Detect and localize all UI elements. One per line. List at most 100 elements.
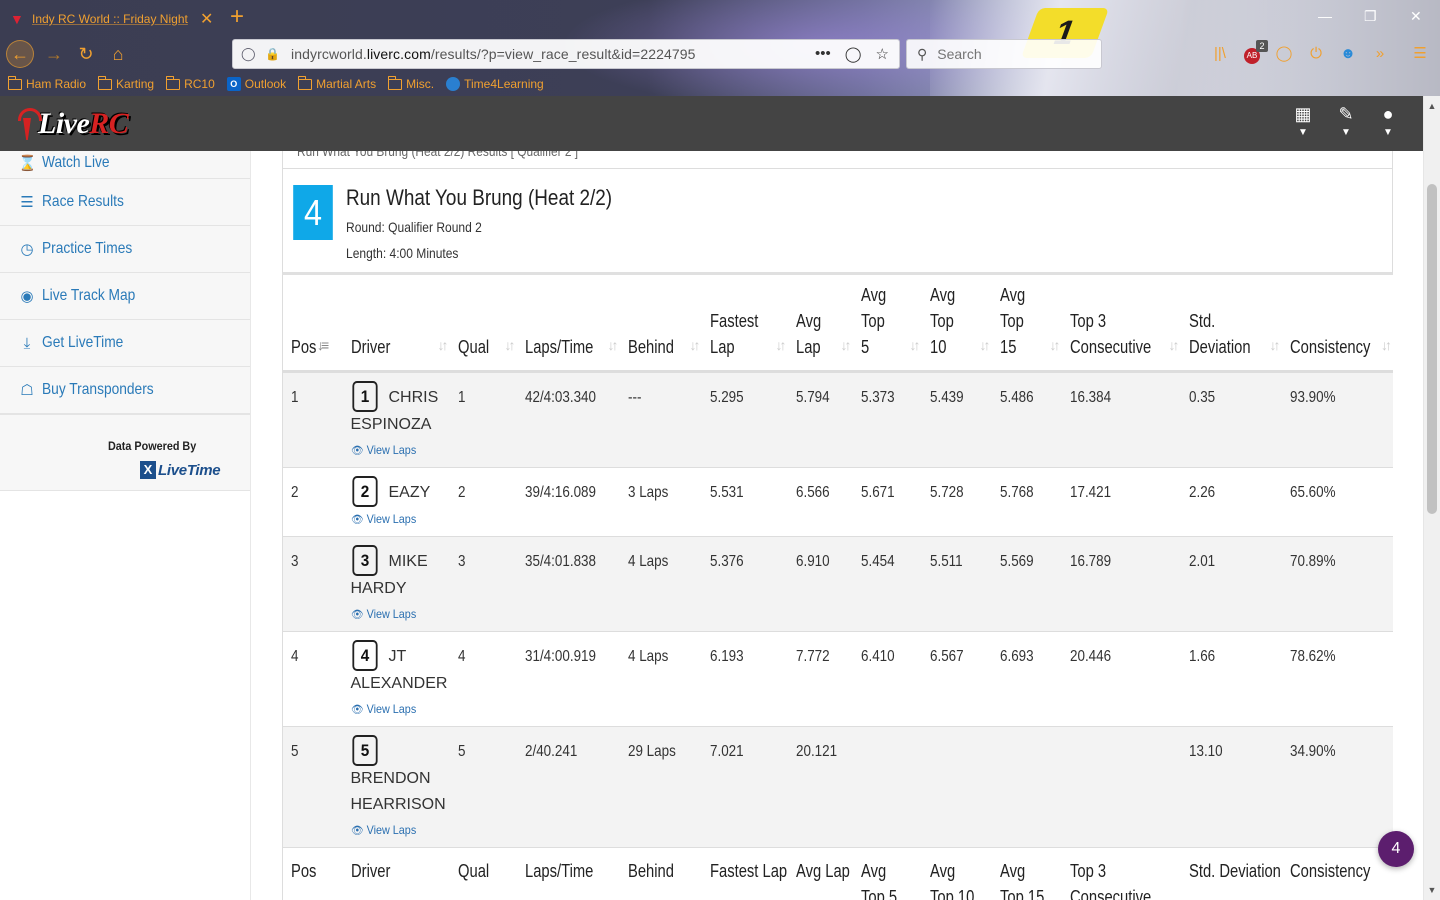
cell-pos: 2: [282, 467, 343, 537]
cell-value: 5.728: [929, 483, 964, 501]
extension-character-icon[interactable]: ☻: [1338, 44, 1358, 64]
footer-header-top-3-consecutive: Top 3 Consecutive: [1061, 846, 1181, 900]
sidebar-item-race-results[interactable]: ☰ Race Results: [0, 179, 250, 226]
col-header-avg-top-15[interactable]: Avg Top 15 ↓↑: [991, 275, 1062, 373]
cell-value: 3 Laps: [627, 483, 668, 501]
sidebar-item-buy-transponders[interactable]: ☖ Buy Transponders: [0, 367, 250, 414]
view-laps-link[interactable]: 👁 View Laps: [351, 822, 440, 839]
col-header-pos[interactable]: Pos ↓≡: [282, 275, 343, 373]
col-header-avg-top-10[interactable]: Avg Top 10 ↓↑: [921, 275, 992, 373]
driver-name[interactable]: EAZY: [389, 484, 431, 501]
cell-value: 1.66: [1188, 647, 1215, 665]
page-scrollbar[interactable]: ▲ ▼: [1423, 96, 1440, 900]
bookmark-martial-arts[interactable]: Martial Arts: [297, 75, 376, 91]
browser-tab[interactable]: ▼ Indy RC World :: Friday Night ✕: [4, 4, 220, 34]
driver-name[interactable]: BRENDON HEARRISON: [351, 770, 446, 813]
bookmark-rc10[interactable]: RC10: [165, 75, 215, 91]
col-header-avg-lap[interactable]: Avg Lap ↓↑: [787, 275, 853, 373]
bookmark-ham-radio[interactable]: Ham Radio: [7, 75, 86, 91]
minimize-icon[interactable]: —: [1318, 4, 1332, 28]
url-text[interactable]: indyrcworld.liverc.com/results/?p=view_r…: [291, 46, 696, 62]
bookmark-outlook[interactable]: O Outlook: [226, 77, 287, 91]
cell-driver: 4 JT ALEXANDER 👁 View Laps: [342, 631, 450, 727]
cell-value: 34.90%: [1289, 742, 1336, 760]
sidebar-item-label: Get LiveTime: [42, 334, 124, 351]
search-bar[interactable]: ⚲: [906, 39, 1102, 69]
bookmark-label: RC10: [184, 77, 215, 91]
col-header-consistency[interactable]: Consistency ↓↑: [1281, 275, 1393, 373]
bookmark-label: Outlook: [244, 77, 287, 91]
home-button[interactable]: ⌂: [104, 40, 132, 68]
col-header-fastest-lap[interactable]: Fastest Lap ↓↑: [701, 275, 788, 373]
cell-value: 2: [457, 483, 465, 501]
sidebar-item-live-track-map[interactable]: ◉ Live Track Map: [0, 273, 250, 320]
library-icon[interactable]: ||\: [1210, 44, 1230, 64]
cell-top3c: 20.446: [1061, 631, 1181, 727]
scroll-down-icon[interactable]: ▼: [1424, 882, 1440, 898]
col-header-driver[interactable]: Driver ↓↑: [342, 275, 450, 373]
col-header-laps-time[interactable]: Laps/Time ↓↑: [516, 275, 620, 373]
sidebar-item-watch-live[interactable]: ⌛ Watch Live: [0, 151, 250, 179]
restore-icon[interactable]: ❐: [1364, 4, 1377, 28]
header-label: Driver: [350, 336, 390, 357]
extension-orange-icon[interactable]: ◯: [1274, 44, 1294, 64]
cell-top15: 6.693: [991, 631, 1062, 727]
url-domain: liverc.com: [366, 46, 431, 62]
insecure-lock-icon[interactable]: 🔒: [265, 47, 283, 61]
powered-by-text: Data Powered By: [108, 439, 197, 453]
tab-close-icon[interactable]: ✕: [200, 9, 213, 29]
livetime-logo[interactable]: X LiveTime: [140, 461, 221, 479]
scrollbar-thumb[interactable]: [1427, 184, 1437, 514]
main-content: Run What You Brung (Heat 2/2) Results [ …: [282, 151, 1393, 900]
hamburger-menu-icon[interactable]: ☰: [1410, 44, 1430, 64]
view-laps-link[interactable]: 👁 View Laps: [351, 606, 440, 623]
page-actions-icon[interactable]: •••: [815, 45, 831, 63]
col-header-avg-top-5[interactable]: Avg Top 5 ↓↑: [852, 275, 922, 373]
sort-icon: ↓↑: [1381, 336, 1392, 353]
shield-icon[interactable]: ◯: [241, 46, 259, 62]
search-input[interactable]: [937, 46, 1088, 62]
bookmark-misc[interactable]: Misc.: [387, 75, 434, 91]
cell-qual: 3: [449, 536, 517, 632]
col-header-top-3-consecutive[interactable]: Top 3 Consecutive ↓↑: [1061, 275, 1181, 373]
close-window-icon[interactable]: ✕: [1410, 4, 1422, 28]
url-bar[interactable]: ◯ 🔒 indyrcworld.liverc.com/results/?p=vi…: [232, 39, 900, 69]
view-laps-link[interactable]: 👁 View Laps: [351, 701, 440, 718]
cell-laps-time: 35/4:01.838: [516, 536, 620, 632]
folder-icon: [387, 75, 403, 90]
pocket-icon[interactable]: ◯: [845, 45, 862, 63]
download-icon: ⤓: [23, 334, 31, 352]
sort-icon: ↓↑: [840, 336, 852, 353]
new-tab-button[interactable]: +: [230, 3, 244, 31]
scroll-up-icon[interactable]: ▲: [1424, 98, 1440, 114]
sidebar-item-practice-times[interactable]: ◷ Practice Times: [0, 226, 250, 273]
back-button[interactable]: ←: [6, 40, 34, 68]
race-number-badge: 4: [293, 185, 333, 240]
col-header-std-deviation[interactable]: Std. Deviation ↓↑: [1180, 275, 1282, 373]
sidebar-item-get-livetime[interactable]: ⤓ Get LiveTime: [0, 320, 250, 367]
bookmark-star-icon[interactable]: ☆: [876, 45, 889, 63]
edit-menu-button[interactable]: ✎ ▼: [1332, 104, 1360, 138]
forward-button[interactable]: →: [40, 40, 68, 68]
overflow-chevron-icon[interactable]: »: [1370, 44, 1390, 64]
view-laps-label: View Laps: [366, 511, 416, 526]
extension-power-icon[interactable]: ⏻: [1306, 44, 1326, 64]
calendar-menu-button[interactable]: ▦ ▼: [1289, 104, 1317, 138]
cell-value: 5.768: [999, 483, 1034, 501]
view-laps-link[interactable]: 👁 View Laps: [351, 511, 440, 528]
col-header-qual[interactable]: Qual ↓↑: [449, 275, 517, 373]
bookmark-karting[interactable]: Karting: [97, 75, 154, 91]
view-laps-link[interactable]: 👁 View Laps: [351, 442, 440, 459]
cell-pos: 1: [282, 371, 343, 468]
notification-count-button[interactable]: 4: [1378, 831, 1414, 867]
footer-header-fastest-lap: Fastest Lap: [701, 846, 788, 900]
user-menu-button[interactable]: ● ▼: [1374, 104, 1402, 138]
cell-value: 1: [457, 388, 465, 406]
reload-button[interactable]: ↻: [72, 40, 100, 68]
col-header-behind[interactable]: Behind ↓↑: [619, 275, 702, 373]
car-number-badge: 3: [351, 544, 378, 576]
cell-pos: 3: [282, 536, 343, 632]
bookmark-time4learning[interactable]: Time4Learning: [446, 77, 544, 91]
cell-avg: 7.772: [787, 631, 853, 727]
liverc-logo[interactable]: LiveRC: [16, 104, 176, 144]
